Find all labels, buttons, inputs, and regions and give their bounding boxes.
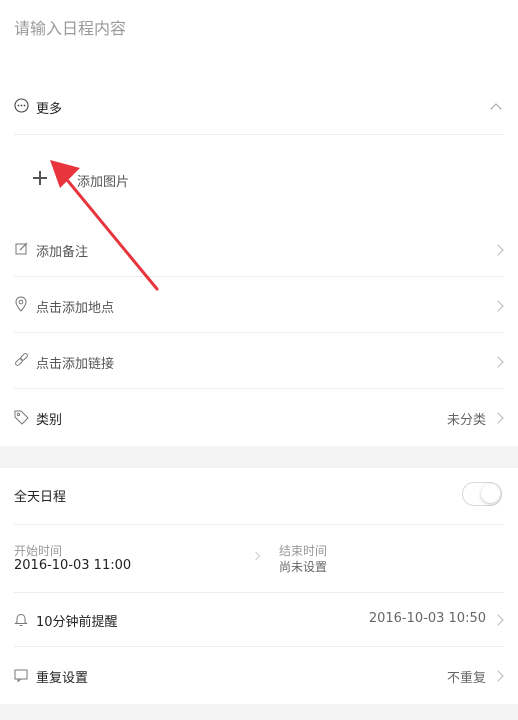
divider [14, 332, 504, 333]
more-section-label: 更多 [36, 102, 63, 117]
add-link-label: 点击添加链接 [36, 357, 115, 372]
repeat-icon [14, 669, 28, 682]
reminder-row[interactable]: 10分钟前提醒 2016-10-03 10:50 [0, 602, 518, 638]
add-note-label: 添加备注 [36, 245, 89, 260]
repeat-row[interactable]: 重复设置 不重复 [0, 658, 518, 694]
location-pin-icon [15, 296, 27, 312]
plus-icon [33, 171, 47, 185]
end-time-value: 尚未设置 [279, 560, 328, 574]
schedule-content-input[interactable]: 请输入日程内容 [14, 15, 126, 39]
category-value: 未分类 [446, 413, 486, 428]
edit-note-icon [15, 242, 28, 255]
more-section-header[interactable]: 更多 [0, 90, 518, 126]
all-day-row: 全天日程 [0, 478, 518, 514]
bell-icon [14, 613, 28, 626]
add-location-row[interactable]: 点击添加地点 [0, 288, 518, 324]
divider [14, 134, 504, 135]
divider [14, 524, 504, 525]
reminder-value: 2016-10-03 10:50 [368, 611, 486, 626]
divider [14, 646, 504, 647]
chevron-right-icon [492, 356, 504, 368]
bottom-band [0, 704, 518, 720]
section-gap [0, 446, 518, 468]
chevron-up-icon [490, 103, 502, 115]
add-note-row[interactable]: 添加备注 [0, 232, 518, 268]
start-time-label: 开始时间 [14, 544, 63, 558]
divider [14, 276, 504, 277]
category-row[interactable]: 类别 未分类 [0, 400, 518, 436]
start-time-picker[interactable]: 开始时间 2016-10-03 11:00 [0, 536, 250, 584]
toggle-knob [481, 484, 500, 503]
arrow-right-icon [251, 551, 261, 561]
end-time-label: 结束时间 [279, 544, 328, 558]
all-day-label: 全天日程 [14, 490, 67, 505]
tag-icon [14, 410, 29, 425]
repeat-label: 重复设置 [36, 671, 89, 686]
add-location-label: 点击添加地点 [36, 301, 115, 316]
divider [14, 592, 504, 593]
category-label: 类别 [36, 413, 63, 428]
end-time-picker[interactable]: 结束时间 尚未设置 [270, 536, 500, 584]
chevron-right-icon [492, 412, 504, 424]
add-link-row[interactable]: 点击添加链接 [0, 344, 518, 380]
start-time-value: 2016-10-03 11:00 [14, 558, 132, 573]
add-image-button[interactable] [14, 146, 66, 208]
add-image-label: 添加图片 [77, 175, 130, 190]
all-day-toggle[interactable] [462, 482, 502, 506]
divider [14, 388, 504, 389]
chevron-right-icon [492, 300, 504, 312]
link-icon [15, 353, 28, 366]
chevron-right-icon [492, 614, 504, 626]
more-dots-icon [14, 98, 29, 113]
repeat-value: 不重复 [446, 671, 486, 686]
chevron-right-icon [492, 670, 504, 682]
chevron-right-icon [492, 244, 504, 256]
reminder-label: 10分钟前提醒 [36, 615, 118, 630]
